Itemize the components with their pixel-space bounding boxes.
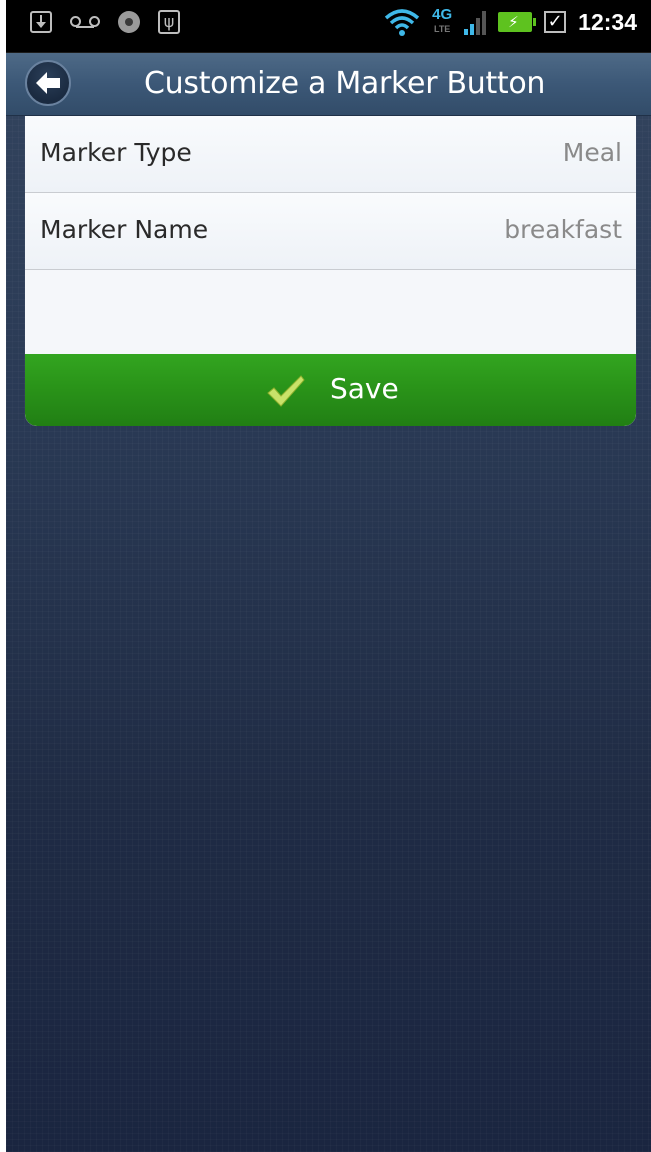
network-sub-label: LTE	[433, 24, 451, 34]
usb-icon: ψ	[158, 10, 180, 34]
marker-name-row[interactable]: Marker Name breakfast	[25, 193, 636, 270]
back-arrow-icon	[36, 72, 60, 94]
marker-type-label: Marker Type	[40, 138, 192, 167]
status-bar: ψ 4G LTE ✓ 12:34	[6, 0, 651, 53]
back-button[interactable]	[25, 60, 71, 106]
marker-name-label: Marker Name	[40, 215, 209, 244]
wifi-icon	[385, 9, 420, 36]
media-icon	[118, 11, 140, 33]
voicemail-icon	[70, 15, 100, 29]
checkbox-icon: ✓	[544, 11, 567, 33]
download-icon	[30, 11, 52, 33]
marker-name-value: breakfast	[504, 215, 622, 244]
checkmark-icon	[267, 375, 305, 407]
marker-form: Marker Type Meal Marker Name breakfast S…	[25, 116, 636, 426]
page-title: Customize a Marker Button	[144, 66, 546, 101]
save-label: Save	[330, 372, 399, 405]
title-bar: Customize a Marker Button	[6, 53, 651, 116]
network-label: 4G	[432, 6, 453, 23]
screen: ψ 4G LTE ✓ 12:34 Cu	[6, 0, 651, 1152]
signal-icon	[464, 9, 487, 35]
4g-lte-icon: 4G LTE	[432, 6, 453, 36]
marker-type-value: Meal	[562, 138, 622, 167]
marker-type-row[interactable]: Marker Type Meal	[25, 116, 636, 193]
save-button[interactable]: Save	[25, 354, 636, 426]
form-spacer	[25, 270, 636, 354]
battery-charging-icon	[498, 12, 537, 32]
status-clock: 12:34	[578, 8, 637, 35]
